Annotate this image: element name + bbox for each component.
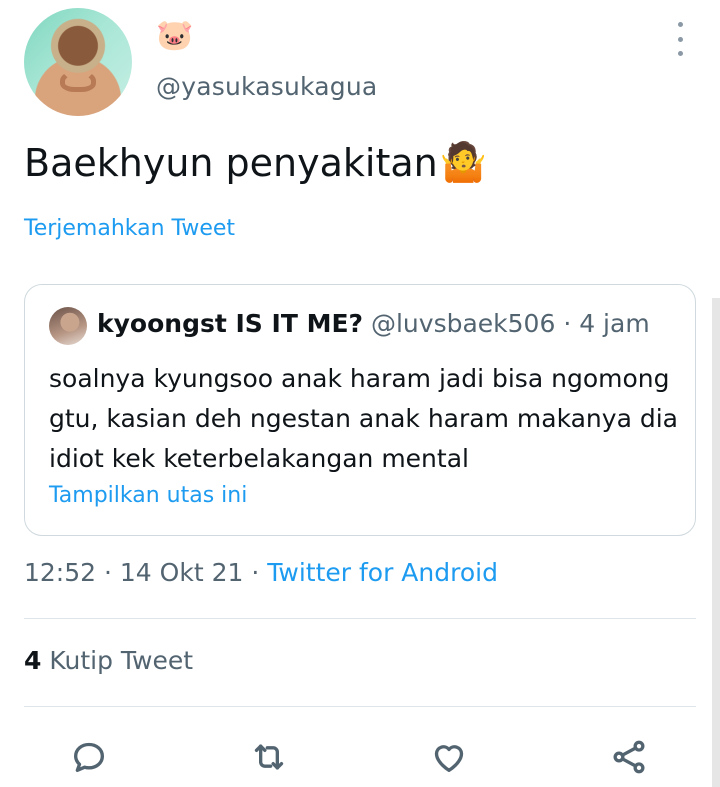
quoted-tweet-card[interactable]: kyoongst IS IT ME? @luvsbaek506 · 4 jam … xyxy=(24,284,696,536)
quote-count: 4 xyxy=(24,646,42,675)
tweet-text: Baekhyun penyakitan 🤷 xyxy=(24,140,487,185)
shrug-emoji: 🤷 xyxy=(439,140,488,184)
author-handle[interactable]: @yasukasukagua xyxy=(156,72,377,101)
divider xyxy=(24,618,696,619)
share-icon[interactable] xyxy=(604,732,654,782)
quoted-header: kyoongst IS IT ME? @luvsbaek506 · 4 jam xyxy=(97,309,650,338)
show-thread-link[interactable]: Tampilkan utas ini xyxy=(49,483,247,508)
reply-icon[interactable] xyxy=(64,732,114,782)
tweet-source-link[interactable]: Twitter for Android xyxy=(267,558,498,587)
quoted-text: soalnya kyungsoo anak haram jadi bisa ng… xyxy=(49,364,678,473)
more-dot xyxy=(677,51,683,56)
tweet-meta: 12:52 · 14 Okt 21 · Twitter for Android xyxy=(24,558,498,587)
translate-tweet-link[interactable]: Terjemahkan Tweet xyxy=(24,216,235,241)
quoted-avatar[interactable] xyxy=(49,307,87,345)
more-dot xyxy=(677,22,683,27)
quote-tweets-stat[interactable]: 4 Kutip Tweet xyxy=(24,646,193,675)
tweet-time: 12:52 xyxy=(24,558,97,587)
like-icon[interactable] xyxy=(424,732,474,782)
display-name-emoji[interactable]: 🐷 xyxy=(156,18,193,54)
tweet-body: Baekhyun penyakitan xyxy=(24,140,438,185)
more-dot xyxy=(677,36,683,42)
meta-separator: · xyxy=(104,558,112,587)
quoted-handle: @luvsbaek506 xyxy=(370,309,556,338)
author-avatar[interactable] xyxy=(24,8,132,116)
tweet-date: 14 Okt 21 xyxy=(119,558,244,587)
quote-label: Kutip Tweet xyxy=(49,646,194,675)
avatar-hands xyxy=(60,70,96,92)
quoted-name: kyoongst IS IT ME? xyxy=(97,309,364,338)
action-bar xyxy=(0,732,720,782)
quoted-time: · 4 jam xyxy=(563,309,650,338)
more-options-icon[interactable] xyxy=(670,22,690,56)
retweet-icon[interactable] xyxy=(244,732,294,782)
divider xyxy=(24,706,696,707)
scrollbar[interactable] xyxy=(712,298,720,787)
meta-separator: · xyxy=(251,558,260,587)
